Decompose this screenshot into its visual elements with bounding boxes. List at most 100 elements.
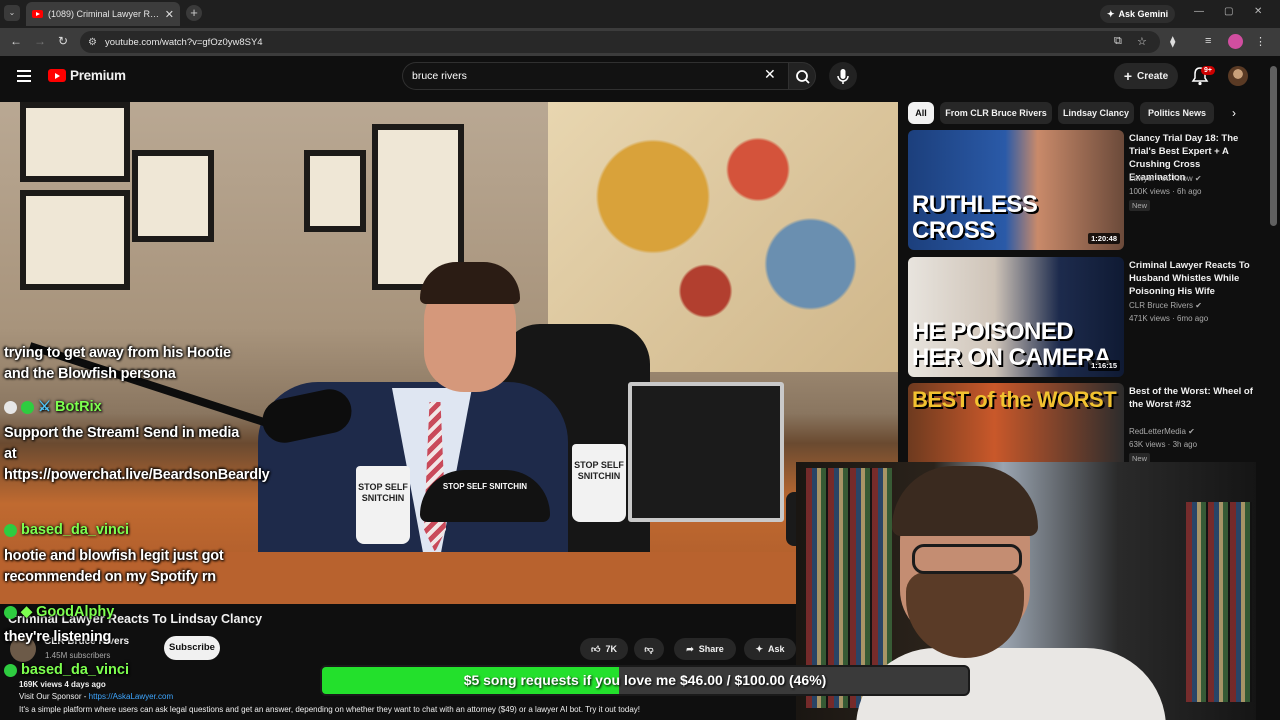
computer-monitor xyxy=(628,382,784,522)
verified-check-icon: ✔ xyxy=(1195,301,1202,310)
diamond-badge-icon: ◆ xyxy=(21,604,33,620)
recommended-meta: 471K views · 6mo ago xyxy=(1129,314,1209,323)
search-input[interactable]: bruce rivers xyxy=(402,62,788,90)
bookmark-star-icon[interactable]: ☆ xyxy=(1137,35,1147,48)
ask-gemini-button[interactable]: ✦ Ask Gemini xyxy=(1100,5,1176,23)
recommended-title[interactable]: Best of the Worst: Wheel of the Worst #3… xyxy=(1129,385,1257,411)
close-window-button[interactable]: ✕ xyxy=(1254,6,1262,17)
minimize-button[interactable]: — xyxy=(1194,6,1204,17)
verified-check-icon: ✔ xyxy=(1194,174,1202,183)
verified-check-icon: ✔ xyxy=(1188,427,1195,436)
browser-menu-icon[interactable]: ⋮ xyxy=(1255,35,1266,48)
video-info: Criminal Lawyer Reacts To Lindsay Clancy… xyxy=(0,604,898,720)
clear-search-icon[interactable]: ✕ xyxy=(764,66,776,83)
address-bar[interactable]: ⚙ youtube.com/watch?v=gfOz0yw8SY4 xyxy=(80,31,1160,53)
tab-search-button[interactable]: ⌄ xyxy=(4,5,20,21)
browser-tab[interactable]: (1089) Criminal Lawyer Reacts To ✕ xyxy=(26,2,180,26)
streamer-beard xyxy=(906,572,1024,658)
video-thumbnail[interactable]: HE POISONED HER ON CAMERA 1:16:15 xyxy=(908,257,1124,377)
thumbnail-text: BEST of the WORST xyxy=(912,387,1117,412)
ask-gemini-label: Ask Gemini xyxy=(1118,9,1169,19)
stop-self-snitchin-hat: STOP SELF SNITCHIN xyxy=(420,470,550,522)
like-count: 7K xyxy=(605,644,617,654)
stop-self-snitchin-mug: STOP SELF SNITCHIN xyxy=(572,444,626,522)
diploma-frame xyxy=(20,190,130,290)
extensions-icon[interactable]: ⧫ xyxy=(1170,35,1175,48)
chip-from-clr-bruce-rivers[interactable]: From CLR Bruce Rivers xyxy=(940,102,1052,124)
new-tab-button[interactable]: + xyxy=(186,5,202,21)
youtube-premium-logo[interactable]: Premium xyxy=(48,68,126,83)
sword-icon: ⚔ xyxy=(38,399,51,415)
ask-label: Ask xyxy=(768,644,785,654)
channel-label: Lawyer You Know xyxy=(1129,174,1193,183)
recommended-video[interactable]: RUTHLESS CROSS 1:20:48 Clancy Trial Day … xyxy=(908,130,1258,250)
recommended-title[interactable]: Criminal Lawyer Reacts To Husband Whistl… xyxy=(1129,259,1257,298)
description-text: It's a simple platform where users can a… xyxy=(19,705,640,714)
verified-badge-icon xyxy=(21,400,34,414)
sponsor-link[interactable]: https://AskaLawyer.com xyxy=(89,692,173,701)
reload-icon[interactable]: ↻ xyxy=(58,34,68,48)
voice-search-button[interactable] xyxy=(829,62,857,90)
chat-message: they're listening xyxy=(4,629,112,645)
create-button[interactable]: + Create xyxy=(1114,63,1178,89)
forward-arrow-icon[interactable]: → xyxy=(34,34,46,48)
sponsor-line: Visit Our Sponsor - https://AskaLawyer.c… xyxy=(19,692,173,701)
user-badge-icon xyxy=(4,605,17,619)
chat-username: based_da_vinci xyxy=(4,522,129,538)
chat-username-text: BotRix xyxy=(55,399,102,415)
plus-icon: + xyxy=(1123,68,1133,84)
video-duration: 1:16:15 xyxy=(1088,360,1120,371)
video-thumbnail[interactable]: RUTHLESS CROSS 1:20:48 xyxy=(908,130,1124,250)
create-label: Create xyxy=(1137,70,1169,82)
thumbs-down-icon: 👎︎ xyxy=(644,643,654,654)
recommended-video[interactable]: HE POISONED HER ON CAMERA 1:16:15 Crimin… xyxy=(908,257,1258,377)
browser-profile-avatar[interactable] xyxy=(1228,34,1243,49)
share-button[interactable]: ➦ Share xyxy=(674,638,736,660)
back-arrow-icon[interactable]: ← xyxy=(10,34,22,48)
tab-title: (1089) Criminal Lawyer Reacts To xyxy=(48,9,160,19)
chip-politics-news[interactable]: Politics News xyxy=(1140,102,1214,124)
logo-text: Premium xyxy=(70,68,126,83)
channel-label: RedLetterMedia xyxy=(1129,427,1186,436)
stop-self-snitchin-mug: STOP SELF SNITCHIN xyxy=(356,466,410,544)
chat-username-text: based_da_vinci xyxy=(21,662,129,678)
channel-label: CLR Bruce Rivers xyxy=(1129,301,1194,310)
recommended-meta: 100K views · 6h ago xyxy=(1129,187,1202,196)
youtube-logo-icon xyxy=(48,69,66,82)
diploma-frame xyxy=(20,102,130,182)
search-button[interactable] xyxy=(788,62,816,90)
browser-tab-bar: ⌄ (1089) Criminal Lawyer Reacts To ✕ + ✦… xyxy=(0,0,1280,28)
diploma-frame xyxy=(132,150,214,242)
gemini-icon: ✦ xyxy=(1107,8,1115,19)
bookshelf xyxy=(1186,502,1252,702)
chip-lindsay-clancy[interactable]: Lindsay Clancy xyxy=(1058,102,1134,124)
video-duration: 1:20:48 xyxy=(1088,233,1120,244)
user-badge-icon xyxy=(4,663,17,677)
like-button[interactable]: 👍︎ 7K xyxy=(580,638,628,660)
thumbs-up-icon: 👍︎ xyxy=(591,643,601,654)
maximize-button[interactable]: ▢ xyxy=(1224,6,1233,17)
install-app-icon[interactable]: ⧉ xyxy=(1114,35,1122,48)
media-controls-icon[interactable]: ≡ xyxy=(1205,35,1211,47)
chat-username: based_da_vinci xyxy=(4,662,129,678)
ask-button[interactable]: ✦ Ask xyxy=(744,638,796,660)
recommended-channel: Lawyer You Know ✔ xyxy=(1129,174,1202,183)
user-badge-icon xyxy=(4,523,17,537)
dislike-button[interactable]: 👎︎ xyxy=(634,638,664,660)
account-avatar[interactable] xyxy=(1228,66,1248,86)
chevron-right-icon[interactable]: › xyxy=(1232,106,1236,120)
site-info-icon[interactable]: ⚙ xyxy=(88,37,97,48)
chip-all[interactable]: All xyxy=(908,102,934,124)
sparkle-icon: ✦ xyxy=(755,643,764,654)
scrollbar-thumb[interactable] xyxy=(1270,66,1277,226)
menu-hamburger-icon[interactable] xyxy=(17,70,31,82)
filter-chips: All From CLR Bruce Rivers Lindsay Clancy… xyxy=(906,102,1256,126)
chat-username: ◆ GoodAlphy xyxy=(4,604,114,620)
youtube-header: Premium bruce rivers ✕ + Create 9+ xyxy=(0,56,1268,98)
tab-close-icon[interactable]: ✕ xyxy=(165,8,174,21)
share-label: Share xyxy=(698,644,724,654)
microphone-icon xyxy=(837,69,849,84)
diploma-frame xyxy=(304,150,366,232)
search-icon xyxy=(796,70,810,84)
host-hair xyxy=(420,262,520,304)
